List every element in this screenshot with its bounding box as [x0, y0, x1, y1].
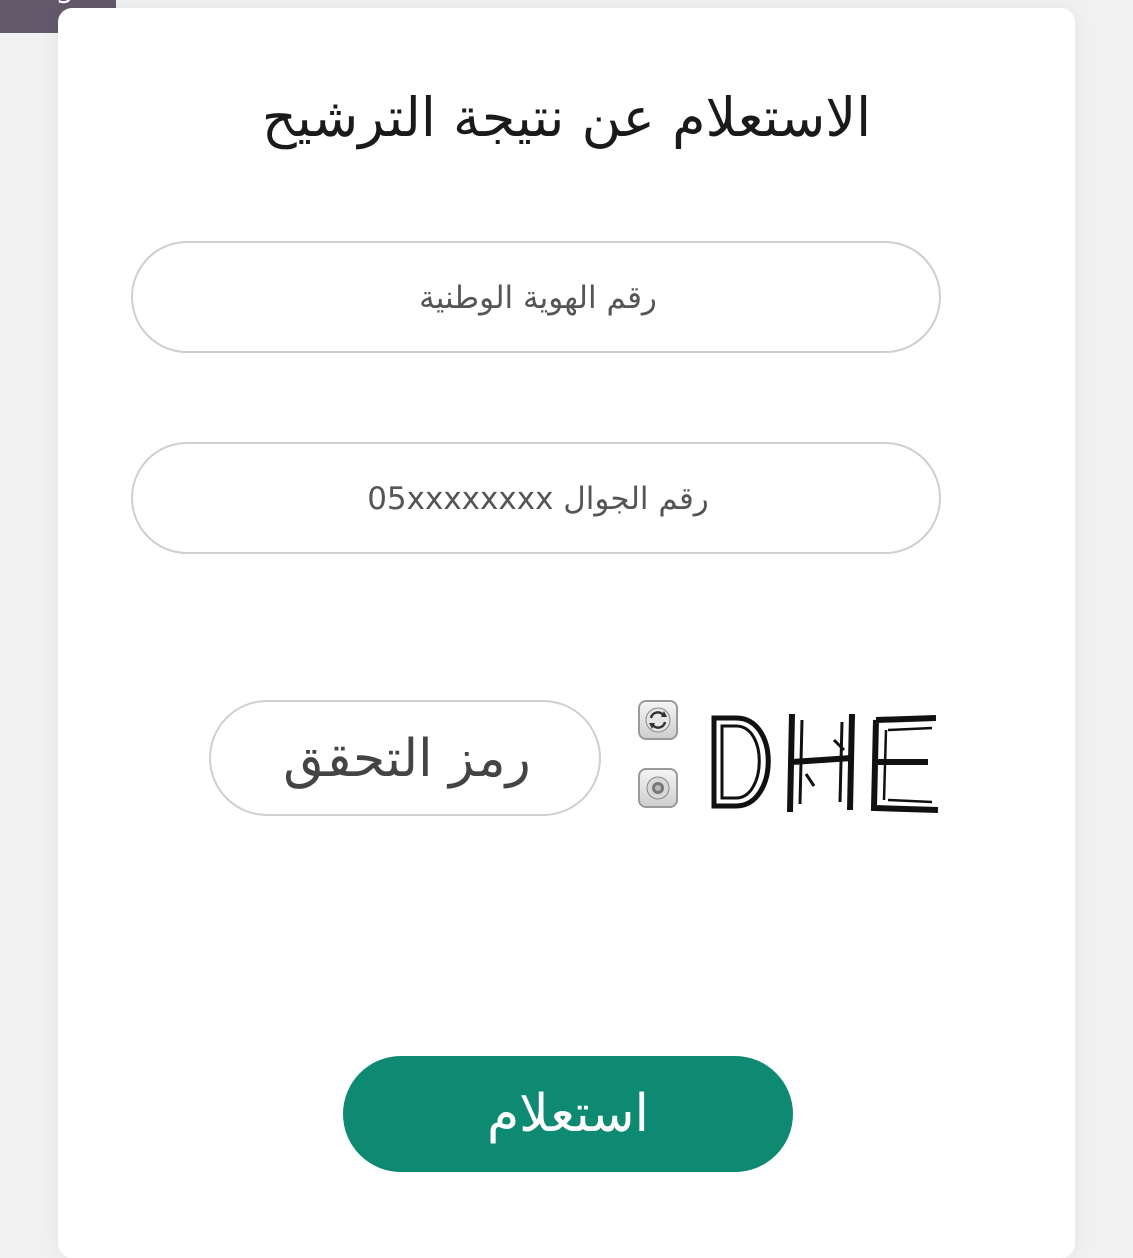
refresh-icon	[645, 707, 671, 733]
national-id-input[interactable]	[133, 243, 943, 353]
page-title: الاستعلام عن نتيجة الترشيح	[261, 86, 872, 149]
captcha-image	[706, 700, 946, 820]
captcha-field[interactable]	[209, 700, 603, 816]
national-id-field[interactable]	[131, 241, 943, 353]
captcha-audio-button[interactable]	[638, 768, 678, 808]
mobile-input[interactable]	[133, 444, 943, 554]
mobile-field[interactable]	[131, 442, 943, 554]
inquiry-form-card: الاستعلام عن نتيجة الترشيح رقم الهوية ال…	[58, 8, 1075, 1258]
captcha-input[interactable]	[211, 702, 603, 816]
captcha-refresh-button[interactable]	[638, 700, 678, 740]
audio-icon	[646, 776, 670, 800]
inquiry-submit-button[interactable]: استعلام	[343, 1056, 793, 1172]
